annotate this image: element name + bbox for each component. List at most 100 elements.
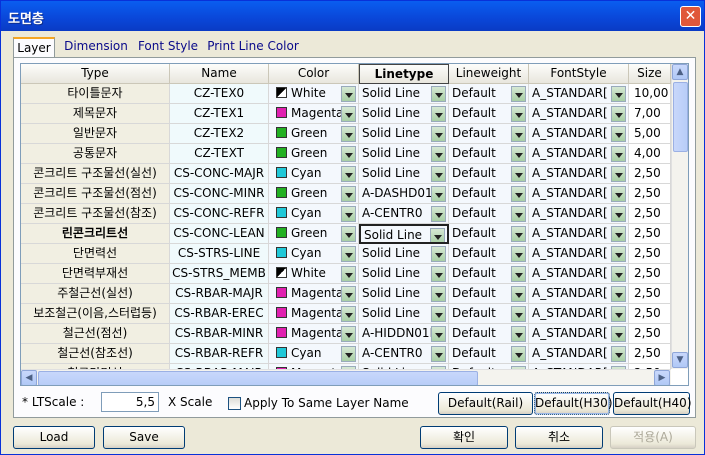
chevron-down-icon[interactable] <box>611 146 626 162</box>
apply-same-layer-checkbox[interactable] <box>228 397 241 410</box>
cell-color[interactable]: Magenta <box>269 304 359 324</box>
cell-size[interactable]: 2,50 <box>629 264 671 284</box>
cell-linetype[interactable]: Solid Line <box>359 144 449 164</box>
chevron-down-icon[interactable] <box>511 346 526 362</box>
cell-name[interactable]: CS-CONC-MINR <box>170 184 269 204</box>
cell-lineweight[interactable]: Default <box>449 164 529 184</box>
chevron-down-icon[interactable] <box>431 186 446 202</box>
cell-font[interactable]: A_STANDAR[ <box>529 324 629 344</box>
chevron-down-icon[interactable] <box>511 186 526 202</box>
cell-lineweight[interactable]: Default <box>449 344 529 364</box>
cell-color[interactable]: Magenta <box>269 284 359 304</box>
chevron-down-icon[interactable] <box>431 166 446 182</box>
chevron-down-icon[interactable] <box>611 106 626 122</box>
chevron-down-icon[interactable] <box>341 226 356 242</box>
chevron-down-icon[interactable] <box>431 306 446 322</box>
cell-lineweight[interactable]: Default <box>449 324 529 344</box>
cell-color[interactable]: Green <box>269 224 359 244</box>
chevron-down-icon[interactable] <box>341 206 356 222</box>
cell-name[interactable]: CS-RBAR-REFR <box>170 344 269 364</box>
cell-color[interactable]: Green <box>269 184 359 204</box>
cell-lineweight[interactable]: Default <box>449 244 529 264</box>
lineweight-header[interactable]: Lineweight <box>449 64 529 84</box>
type-header[interactable]: Type <box>21 64 170 84</box>
default-rail-button[interactable]: Default(Rail) <box>438 392 533 415</box>
chevron-down-icon[interactable] <box>611 266 626 282</box>
cell-linetype[interactable]: A-CENTR0 <box>359 204 449 224</box>
vertical-scroll-thumb[interactable] <box>673 82 688 152</box>
cell-font[interactable]: A_STANDAR[ <box>529 224 629 244</box>
chevron-down-icon[interactable] <box>611 126 626 142</box>
color-header[interactable]: Color <box>269 64 359 84</box>
cell-font[interactable]: A_STANDAR[ <box>529 104 629 124</box>
cell-color[interactable]: Cyan <box>269 344 359 364</box>
chevron-down-icon[interactable] <box>431 126 446 142</box>
size-header[interactable]: Size <box>629 64 671 84</box>
chevron-down-icon[interactable] <box>341 306 356 322</box>
cell-name[interactable]: CS-CONC-REFR <box>170 204 269 224</box>
fontstyle-header[interactable]: FontStyle <box>529 64 629 84</box>
cell-color[interactable]: White <box>269 264 359 284</box>
cell-color[interactable]: Green <box>269 144 359 164</box>
cell-size[interactable]: 2,50 <box>629 284 671 304</box>
scroll-up-icon[interactable]: ▲ <box>672 64 688 80</box>
cell-size[interactable]: 4,00 <box>629 144 671 164</box>
cell-size[interactable]: 2,50 <box>629 164 671 184</box>
cell-lineweight[interactable]: Default <box>449 184 529 204</box>
default-h40-button[interactable]: Default(H40) <box>613 392 692 415</box>
cell-font[interactable]: A_STANDAR[ <box>529 184 629 204</box>
chevron-down-icon[interactable] <box>341 246 356 262</box>
cell-lineweight[interactable]: Default <box>449 144 529 164</box>
cell-name[interactable]: CS-STRS-LINE <box>170 244 269 264</box>
cancel-button[interactable]: 취소 <box>515 426 603 449</box>
load-button[interactable]: Load <box>13 426 95 449</box>
cell-name[interactable]: CS-STRS_MEMB <box>170 264 269 284</box>
cell-lineweight[interactable]: Default <box>449 284 529 304</box>
cell-size[interactable]: 2,50 <box>629 204 671 224</box>
cell-lineweight[interactable]: Default <box>449 124 529 144</box>
cell-name[interactable]: CS-CONC-MAJR <box>170 164 269 184</box>
chevron-down-icon[interactable] <box>511 226 526 242</box>
cell-linetype[interactable]: Solid Line <box>359 264 449 284</box>
chevron-down-icon[interactable] <box>611 246 626 262</box>
cell-linetype[interactable]: Solid Line <box>359 84 449 104</box>
chevron-down-icon[interactable] <box>611 86 626 102</box>
cell-linetype[interactable]: Solid Line <box>359 244 449 264</box>
chevron-down-icon[interactable] <box>431 146 446 162</box>
chevron-down-icon[interactable] <box>341 186 356 202</box>
cell-name[interactable]: CS-RBAR-MAJR <box>170 284 269 304</box>
chevron-down-icon[interactable] <box>511 286 526 302</box>
chevron-down-icon[interactable] <box>431 286 446 302</box>
cell-size[interactable]: 2,50 <box>629 244 671 264</box>
cell-color[interactable]: Cyan <box>269 204 359 224</box>
cell-linetype[interactable]: A-CENTR0 <box>359 344 449 364</box>
cell-font[interactable]: A_STANDAR[ <box>529 344 629 364</box>
chevron-down-icon[interactable] <box>341 126 356 142</box>
chevron-down-icon[interactable] <box>511 106 526 122</box>
scroll-down-icon[interactable]: ▼ <box>672 352 688 368</box>
cell-lineweight[interactable]: Default <box>449 264 529 284</box>
cell-color[interactable]: Cyan <box>269 164 359 184</box>
chevron-down-icon[interactable] <box>431 346 446 362</box>
cell-linetype[interactable]: Solid Line <box>359 164 449 184</box>
chevron-down-icon[interactable] <box>511 326 526 342</box>
cell-font[interactable]: A_STANDAR[ <box>529 144 629 164</box>
cell-linetype[interactable]: Solid Line <box>359 284 449 304</box>
cell-name[interactable]: CS-RBAR-MINR <box>170 324 269 344</box>
chevron-down-icon[interactable] <box>511 126 526 142</box>
name-header[interactable]: Name <box>170 64 269 84</box>
chevron-down-icon[interactable] <box>511 146 526 162</box>
chevron-down-icon[interactable] <box>611 206 626 222</box>
horizontal-scroll-thumb[interactable] <box>38 371 478 385</box>
cell-lineweight[interactable]: Default <box>449 104 529 124</box>
chevron-down-icon[interactable] <box>511 306 526 322</box>
cell-font[interactable]: A_STANDAR[ <box>529 84 629 104</box>
cell-lineweight[interactable]: Default <box>449 304 529 324</box>
cell-size[interactable]: 2,50 <box>629 304 671 324</box>
chevron-down-icon[interactable] <box>341 266 356 282</box>
cell-linetype[interactable]: Solid Line <box>359 104 449 124</box>
cell-size[interactable]: 2,50 <box>629 184 671 204</box>
default-h30-button[interactable]: Default(H30) <box>534 392 613 415</box>
cell-name[interactable]: CZ-TEX0 <box>170 84 269 104</box>
cell-linetype[interactable]: Solid Line <box>359 304 449 324</box>
